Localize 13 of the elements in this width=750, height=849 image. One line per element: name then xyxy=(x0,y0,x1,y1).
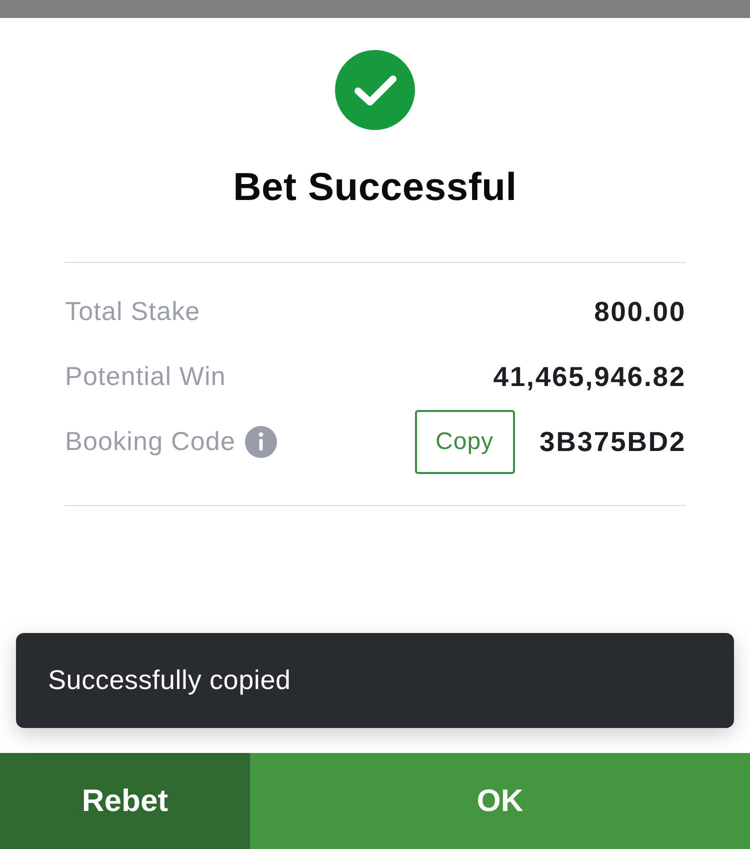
toast-message: Successfully copied xyxy=(48,665,291,696)
dialog-title: Bet Successful xyxy=(233,165,517,211)
rebet-button[interactable]: Rebet xyxy=(0,753,250,849)
success-check-icon xyxy=(335,50,415,130)
ok-button[interactable]: OK xyxy=(250,753,750,849)
row-label: Total Stake xyxy=(65,296,200,327)
amount-value: 800.00 xyxy=(594,296,686,328)
booking-code: 3B375BD2 xyxy=(540,426,686,458)
row-label: Potential Win xyxy=(65,361,226,392)
copy-button[interactable]: Copy xyxy=(414,410,515,474)
row-label: Booking Code xyxy=(65,426,236,457)
info-icon[interactable] xyxy=(244,426,277,458)
amount-value: 41,465,946.82 xyxy=(493,360,686,392)
